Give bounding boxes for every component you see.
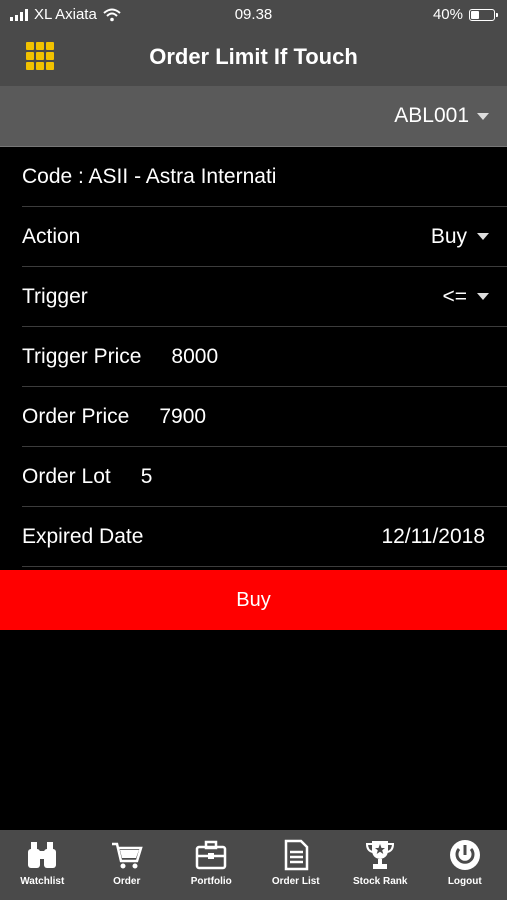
expired-date-picker[interactable]: 12/11/2018 xyxy=(381,525,485,549)
tab-order[interactable]: Order xyxy=(85,830,169,900)
trigger-row[interactable]: Trigger <= xyxy=(22,267,507,327)
stock-code: Code : ASII - Astra Internati xyxy=(22,164,277,188)
action-value: Buy xyxy=(430,224,467,248)
cart-icon xyxy=(111,842,143,869)
tab-label: Portfolio xyxy=(190,876,232,887)
tab-watchlist[interactable]: Watchlist xyxy=(0,830,84,900)
app-header: Order Limit If Touch xyxy=(0,30,507,86)
document-icon xyxy=(284,839,308,871)
order-price-input[interactable]: 7900 xyxy=(159,405,206,429)
expired-date-value: 12/11/2018 xyxy=(381,524,485,548)
order-lot-input[interactable]: 5 xyxy=(141,465,153,489)
power-icon xyxy=(449,840,480,870)
tab-label: Logout xyxy=(447,876,482,887)
trigger-select[interactable]: <= xyxy=(442,285,489,309)
order-lot-label: Order Lot xyxy=(22,464,111,488)
order-lot-row: Order Lot 5 xyxy=(22,447,507,507)
expired-date-label: Expired Date xyxy=(22,524,144,548)
clock: 09.38 xyxy=(234,6,273,23)
chevron-down-icon xyxy=(477,112,489,120)
battery-percent: 40% xyxy=(432,6,463,23)
tab-label: Watchlist xyxy=(20,876,65,887)
briefcase-icon xyxy=(196,840,227,870)
order-price-label: Order Price xyxy=(22,404,130,428)
account-selector[interactable]: ABL001 xyxy=(394,104,489,128)
status-bar: XL Axiata 09.38 40% xyxy=(0,0,507,30)
trigger-value: <= xyxy=(442,284,467,308)
account-bar: ABL001 xyxy=(0,86,507,147)
tab-label: Order xyxy=(113,876,141,887)
action-label: Action xyxy=(22,224,81,248)
action-row[interactable]: Action Buy xyxy=(22,207,507,267)
tab-label: Stock Rank xyxy=(353,876,408,887)
chevron-down-icon xyxy=(477,233,489,240)
trigger-price-label: Trigger Price xyxy=(22,344,142,368)
tab-logout[interactable]: Logout xyxy=(423,830,507,900)
action-select[interactable]: Buy xyxy=(431,225,489,249)
trigger-price-row: Trigger Price 8000 xyxy=(22,327,507,387)
tab-label: Order List xyxy=(271,876,320,887)
tab-portfolio[interactable]: Portfolio xyxy=(169,830,253,900)
tab-order-list[interactable]: Order List xyxy=(254,830,338,900)
chevron-down-icon xyxy=(477,293,489,300)
battery-icon xyxy=(469,8,498,21)
battery-group: 40% xyxy=(432,6,498,23)
tab-stock-rank[interactable]: Stock Rank xyxy=(338,830,422,900)
buy-button[interactable]: Buy xyxy=(0,570,507,630)
order-price-row: Order Price 7900 xyxy=(22,387,507,447)
code-row[interactable]: Code : ASII - Astra Internati xyxy=(22,147,507,207)
trigger-price-input[interactable]: 8000 xyxy=(171,345,218,369)
account-value: ABL001 xyxy=(394,104,469,127)
trigger-label: Trigger xyxy=(22,284,88,308)
expired-date-row[interactable]: Expired Date 12/11/2018 xyxy=(22,507,507,567)
binoculars-icon xyxy=(28,842,57,868)
page-title: Order Limit If Touch xyxy=(149,44,358,69)
trophy-icon xyxy=(366,841,395,869)
bottom-tab-bar: Watchlist Order Portfolio Order List Sto… xyxy=(0,830,507,900)
